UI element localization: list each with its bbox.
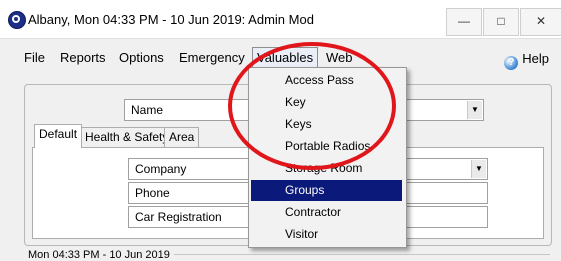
menu-item-portable-radios[interactable]: Portable Radios xyxy=(251,136,402,157)
valuables-dropdown-menu: Access Pass Key Keys Portable Radios Sto… xyxy=(248,67,407,248)
status-text: Mon 04:33 PM - 10 Jun 2019 xyxy=(24,249,174,261)
menu-item-key[interactable]: Key xyxy=(251,92,402,113)
menu-file[interactable]: File xyxy=(20,48,49,68)
menu-emergency[interactable]: Emergency xyxy=(175,48,249,68)
menu-item-groups[interactable]: Groups xyxy=(251,180,402,201)
menu-web[interactable]: Web xyxy=(322,48,357,68)
tab-default[interactable]: Default xyxy=(34,124,83,148)
chevron-down-icon[interactable]: ▼ xyxy=(467,101,482,119)
phone-value: Phone xyxy=(135,186,170,200)
menu-valuables[interactable]: Valuables xyxy=(252,47,318,69)
menu-item-storage-room[interactable]: Storage Room xyxy=(251,158,402,179)
name-select-value: Name xyxy=(131,103,164,117)
menu-item-access-pass[interactable]: Access Pass xyxy=(251,70,402,91)
car-registration-value: Car Registration xyxy=(135,210,222,224)
chevron-down-icon[interactable]: ▼ xyxy=(471,160,486,178)
tab-health-safety[interactable]: Health & Safety xyxy=(80,127,174,147)
menu-item-visitor[interactable]: Visitor xyxy=(251,224,402,245)
menu-item-contractor[interactable]: Contractor xyxy=(251,202,402,223)
maximize-button[interactable]: □ xyxy=(483,8,519,36)
tab-area[interactable]: Area xyxy=(164,127,200,147)
company-value: Company xyxy=(135,162,187,176)
minimize-button[interactable]: — xyxy=(446,8,482,36)
app-logo-icon xyxy=(8,11,26,29)
window-title: Albany, Mon 04:33 PM - 10 Jun 2019: Admi… xyxy=(28,12,314,27)
title-bar: Albany, Mon 04:33 PM - 10 Jun 2019: Admi… xyxy=(0,0,561,39)
help-label: Help xyxy=(522,51,549,66)
menu-reports[interactable]: Reports xyxy=(56,48,110,68)
menu-options[interactable]: Options xyxy=(115,48,168,68)
close-button[interactable]: ✕ xyxy=(520,8,561,36)
menu-item-keys[interactable]: Keys xyxy=(251,114,402,135)
help-button[interactable]: ? Help xyxy=(504,50,549,70)
help-globe-icon: ? xyxy=(504,56,519,70)
